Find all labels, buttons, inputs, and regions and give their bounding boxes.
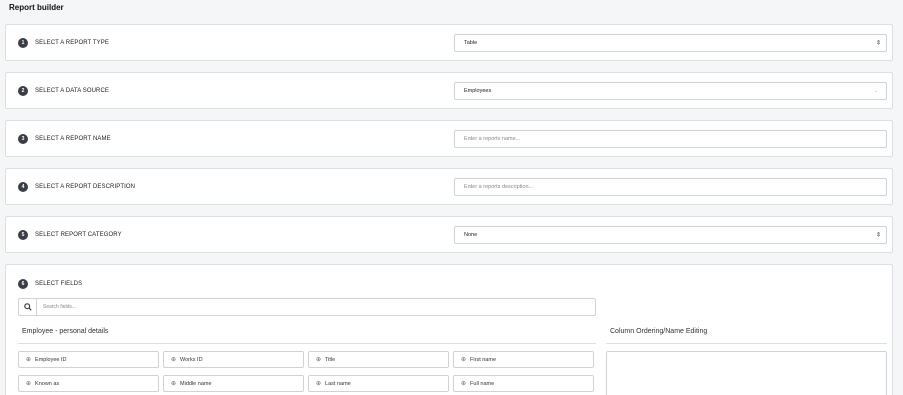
field-chip-label: Last name — [325, 380, 351, 387]
step-report-type: 1 SELECT A REPORT TYPE Table ⇕ — [5, 24, 893, 61]
step-number-badge: 6 — [18, 279, 28, 289]
step-label: SELECT FIELDS — [35, 281, 83, 287]
updown-arrow-icon: ⇕ — [875, 232, 881, 239]
step-label: SELECT A REPORT DESCRIPTION — [35, 184, 136, 190]
report-name-placeholder: Enter a reports name... — [464, 136, 521, 142]
step-header: 2 SELECT A DATA SOURCE — [18, 86, 109, 96]
data-source-value: Employees — [464, 88, 492, 94]
field-search-input[interactable]: Search fields... — [18, 298, 596, 316]
column-ordering-title: Column Ordering/Name Editing — [610, 328, 708, 335]
field-chip-label: Employee ID — [35, 356, 67, 363]
field-chip-label: Works ID — [180, 356, 203, 363]
report-description-placeholder: Enter a reports description... — [464, 184, 534, 190]
report-description-input[interactable]: Enter a reports description... — [454, 178, 887, 196]
step-header: 3 SELECT A REPORT NAME — [18, 134, 111, 144]
step-label: SELECT A DATA SOURCE — [35, 88, 110, 94]
plus-circle-icon: ⊕ — [26, 381, 32, 387]
step-header: 6 SELECT FIELDS — [18, 279, 82, 289]
step-select-fields: 6 SELECT FIELDS Search fields... Employe… — [5, 264, 893, 395]
updown-arrow-icon: ⇕ — [875, 40, 881, 47]
step-report-name: 3 SELECT A REPORT NAME Enter a reports n… — [5, 120, 893, 157]
step-number-badge: 5 — [18, 230, 28, 240]
field-chip[interactable]: ⊕ Last name — [308, 375, 449, 392]
divider — [18, 343, 596, 344]
step-label: SELECT A REPORT NAME — [35, 136, 111, 142]
data-source-select[interactable]: Employees ⌄ — [454, 82, 887, 100]
step-header: 1 SELECT A REPORT TYPE — [18, 38, 109, 48]
divider — [606, 343, 887, 344]
chevron-down-icon: ⌄ — [873, 88, 878, 94]
step-number-badge: 2 — [18, 86, 28, 96]
step-label: SELECT REPORT CATEGORY — [35, 232, 122, 238]
step-report-description: 4 SELECT A REPORT DESCRIPTION Enter a re… — [5, 168, 893, 205]
plus-circle-icon: ⊕ — [171, 381, 177, 387]
report-builder-page: Report builder 1 SELECT A REPORT TYPE Ta… — [0, 0, 903, 395]
field-group-title: Employee - personal details — [22, 328, 109, 335]
plus-circle-icon: ⊕ — [461, 357, 467, 363]
step-header: 5 SELECT REPORT CATEGORY — [18, 230, 122, 240]
step-data-source: 2 SELECT A DATA SOURCE Employees ⌄ — [5, 72, 893, 109]
plus-circle-icon: ⊕ — [461, 381, 467, 387]
report-type-select[interactable]: Table ⇕ — [454, 34, 887, 52]
report-name-input[interactable]: Enter a reports name... — [454, 130, 887, 148]
plus-circle-icon: ⊕ — [316, 357, 322, 363]
step-report-category: 5 SELECT REPORT CATEGORY None ⇕ — [5, 216, 893, 253]
field-chip-label: Full name — [470, 380, 495, 387]
field-chip[interactable]: ⊕ Employee ID — [18, 351, 159, 368]
step-header: 4 SELECT A REPORT DESCRIPTION — [18, 182, 135, 192]
report-category-select[interactable]: None ⇕ — [454, 226, 887, 244]
field-chip-label: Middle name — [180, 380, 212, 387]
step-number-badge: 4 — [18, 182, 28, 192]
plus-circle-icon: ⊕ — [171, 357, 177, 363]
step-number-badge: 1 — [18, 38, 28, 48]
search-placeholder: Search fields... — [43, 304, 77, 310]
search-icon[interactable] — [19, 299, 37, 315]
report-category-value: None — [464, 232, 478, 238]
step-label: SELECT A REPORT TYPE — [35, 40, 109, 46]
page-title: Report builder — [9, 3, 64, 12]
field-chip[interactable]: ⊕ Works ID — [163, 351, 304, 368]
field-chip[interactable]: ⊕ Full name — [453, 375, 594, 392]
plus-circle-icon: ⊕ — [316, 381, 322, 387]
plus-circle-icon: ⊕ — [26, 357, 32, 363]
step-number-badge: 3 — [18, 134, 28, 144]
field-chip-label: First name — [470, 356, 497, 363]
field-chip[interactable]: ⊕ Title — [308, 351, 449, 368]
field-chip[interactable]: ⊕ Middle name — [163, 375, 304, 392]
field-chip[interactable]: ⊕ First name — [453, 351, 594, 368]
report-type-value: Table — [464, 40, 478, 46]
column-ordering-dropzone[interactable] — [606, 351, 887, 395]
field-chip-label: Known as — [35, 380, 60, 387]
field-chip-label: Title — [325, 356, 336, 363]
field-chip[interactable]: ⊕ Known as — [18, 375, 159, 392]
